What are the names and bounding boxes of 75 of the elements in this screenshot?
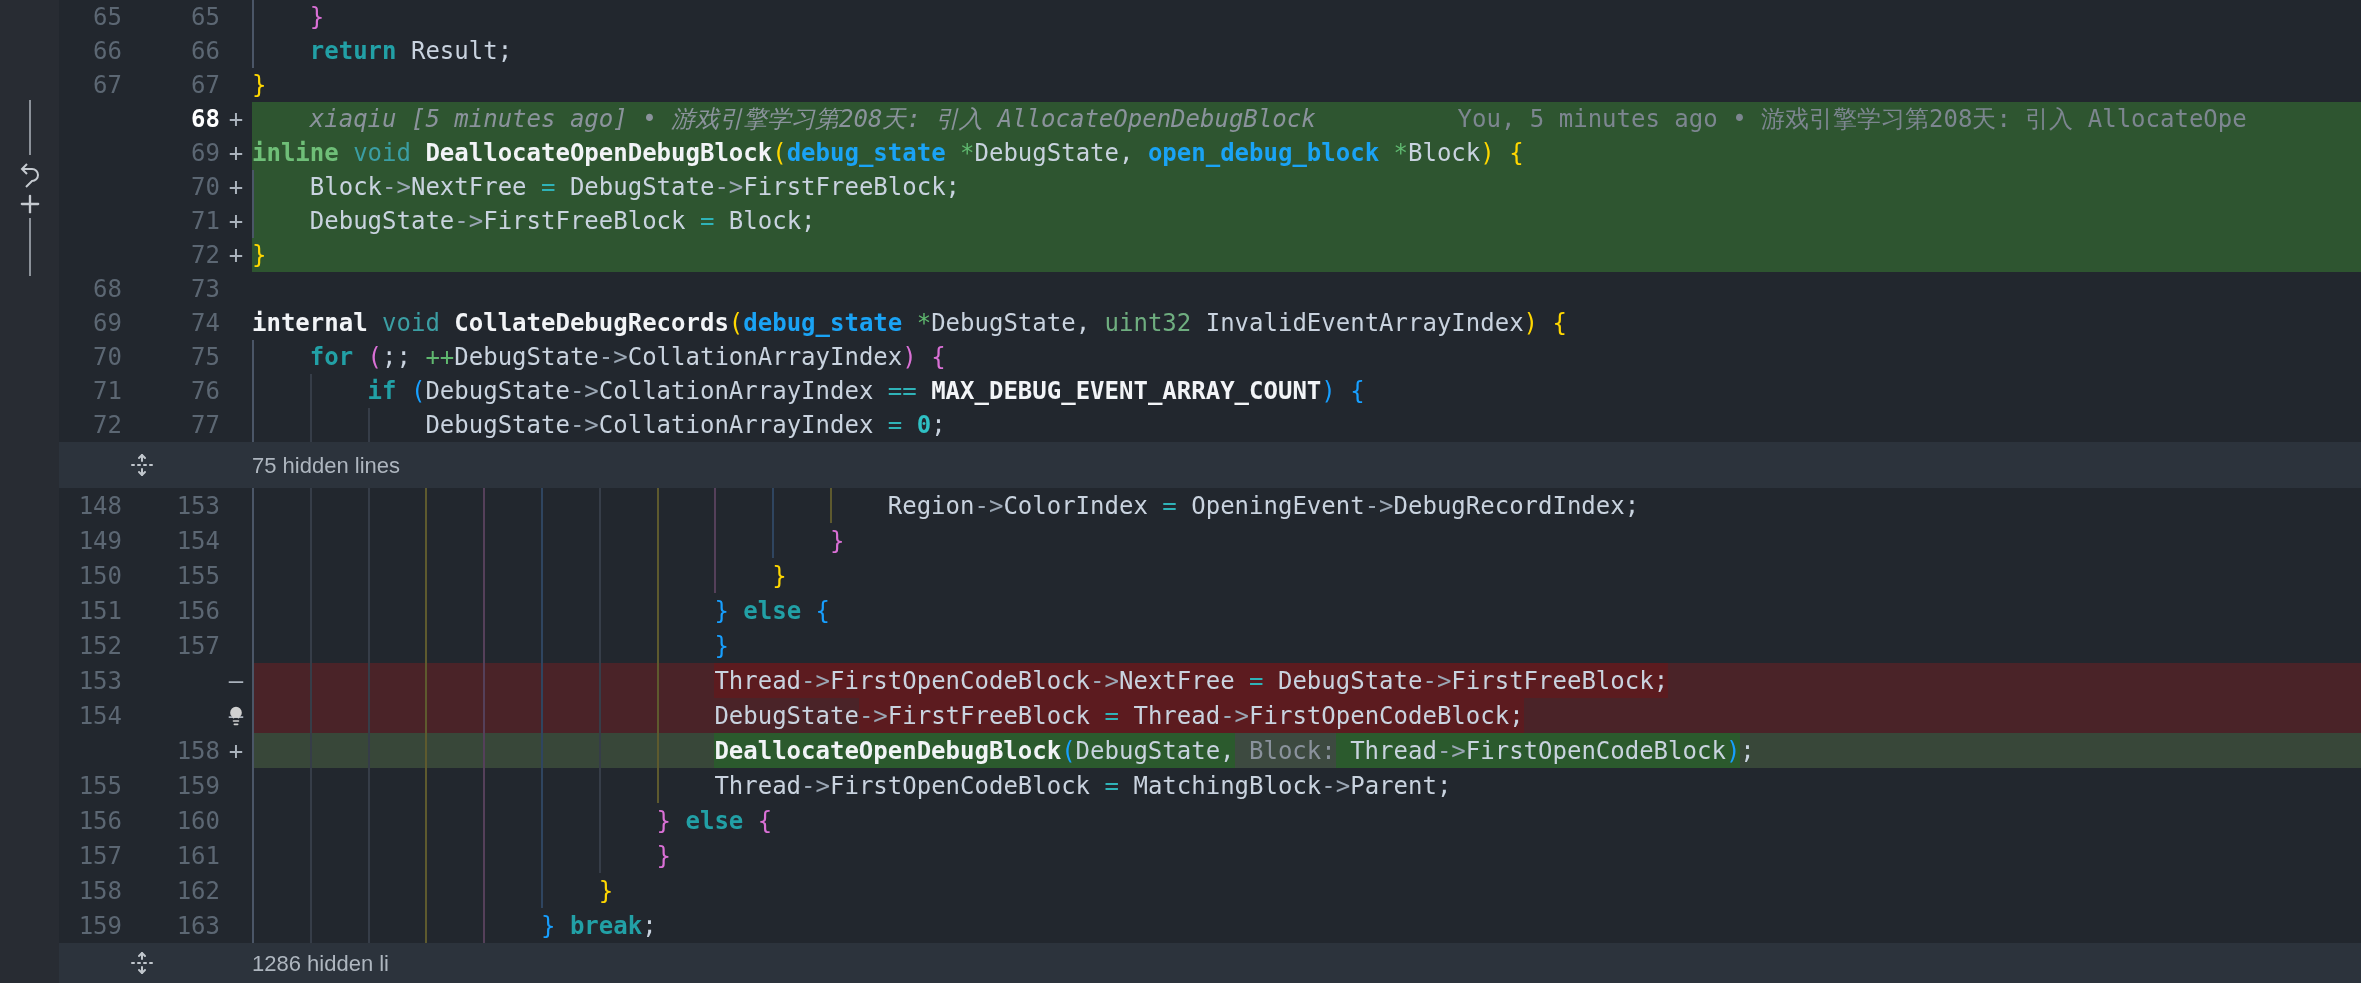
code-line: } [252,523,845,558]
line-number: 154 [176,526,220,555]
code-line: } [252,70,267,101]
diff-marker: + [228,206,244,237]
line-number: 72 [191,241,220,269]
line-number: 153 [78,666,122,695]
line-number: 73 [191,275,220,303]
line-number: 70 [93,343,122,371]
line-number: 155 [78,771,122,800]
code-line: for (;; ++DebugState->CollationArrayIndex) { [252,340,946,374]
code-line: return Result; [252,34,513,68]
code-line: inline void DeallocateOpenDebugBlock(debug_state *DebugState, open_debug_block *Block) { [252,138,1524,169]
line-number: 158 [176,736,220,765]
line-number: 75 [191,343,220,371]
line-number: 155 [176,561,220,590]
blame-annotation: xiaqiu [5 minutes ago] • 游戏引擎学习第208天: 引入 AllocateOpenDebugBlock [309,104,1316,135]
line-number: 157 [176,631,220,660]
line-number: 158 [78,876,122,905]
line-number: 157 [78,841,122,870]
diff-marker: + [228,172,244,203]
code-line: } else { [252,593,830,628]
code-line: } [252,838,672,873]
line-number: 152 [78,631,122,660]
line-number: 149 [78,526,122,555]
line-number: 66 [93,37,122,65]
line-number: 163 [176,911,220,940]
blame-annotation: You, 5 minutes ago • 游戏引擎学习第208天: 引入 AllocateOpe [1457,104,2247,135]
line-number: 67 [191,71,220,99]
line-number: 159 [176,771,220,800]
code-line: Thread->FirstOpenCodeBlock->NextFree = DebugState->FirstFreeBlock; [252,663,1669,698]
line-number: 151 [78,596,122,625]
code-line: } [252,558,787,593]
code-line: } [252,240,267,271]
line-number: 160 [176,806,220,835]
line-number: 76 [191,377,220,405]
line-number: 156 [78,806,122,835]
code-line: } [252,873,614,908]
unfold-icon[interactable] [130,453,154,477]
line-number: 65 [93,3,122,31]
line-number: 69 [93,309,122,337]
line-number: 67 [93,71,122,99]
code-line: internal void CollateDebugRecords(debug_state *DebugState, uint32 InvalidEventArrayIndex) { [252,308,1567,339]
line-number: 77 [191,411,220,439]
line-number: 154 [78,701,122,730]
line-number: 66 [191,37,220,65]
code-line: Region->ColorIndex = OpeningEvent->DebugRecordIndex; [252,488,1640,523]
hidden-lines-label[interactable]: 75 hidden lines [252,448,400,482]
line-number: 72 [93,411,122,439]
diff-marker: — [228,665,244,697]
line-number: 70 [191,173,220,201]
line-number: 69 [191,139,220,167]
line-number: 156 [176,596,220,625]
code-line: } else { [252,803,773,838]
line-number: 161 [176,841,220,870]
code-line: } [252,0,325,34]
line-number: 65 [191,3,220,31]
line-number: 148 [78,491,122,520]
line-number: 150 [78,561,122,590]
line-number: 159 [78,911,122,940]
hidden-lines-label[interactable]: 1286 hidden li [252,946,389,980]
diff-marker: + [228,138,244,169]
code-line: DeallocateOpenDebugBlock(DebugState, Block: Thread->FirstOpenCodeBlock); [252,733,1755,768]
code-line: if (DebugState->CollationArrayIndex == MAX_DEBUG_EVENT_ARRAY_COUNT) { [252,374,1365,408]
line-number: 153 [176,491,220,520]
line-number: 71 [93,377,122,405]
diff-marker: + [228,104,244,135]
line-number: 68 [191,105,220,133]
line-number: 71 [191,207,220,235]
line-number: 74 [191,309,220,337]
code-line: Thread->FirstOpenCodeBlock = MatchingBlock->Parent; [252,768,1452,803]
diff-marker: + [228,735,244,767]
diff-marker: + [228,240,244,271]
line-number: 162 [176,876,220,905]
line-number: 68 [93,275,122,303]
unfold-icon[interactable] [130,951,154,975]
